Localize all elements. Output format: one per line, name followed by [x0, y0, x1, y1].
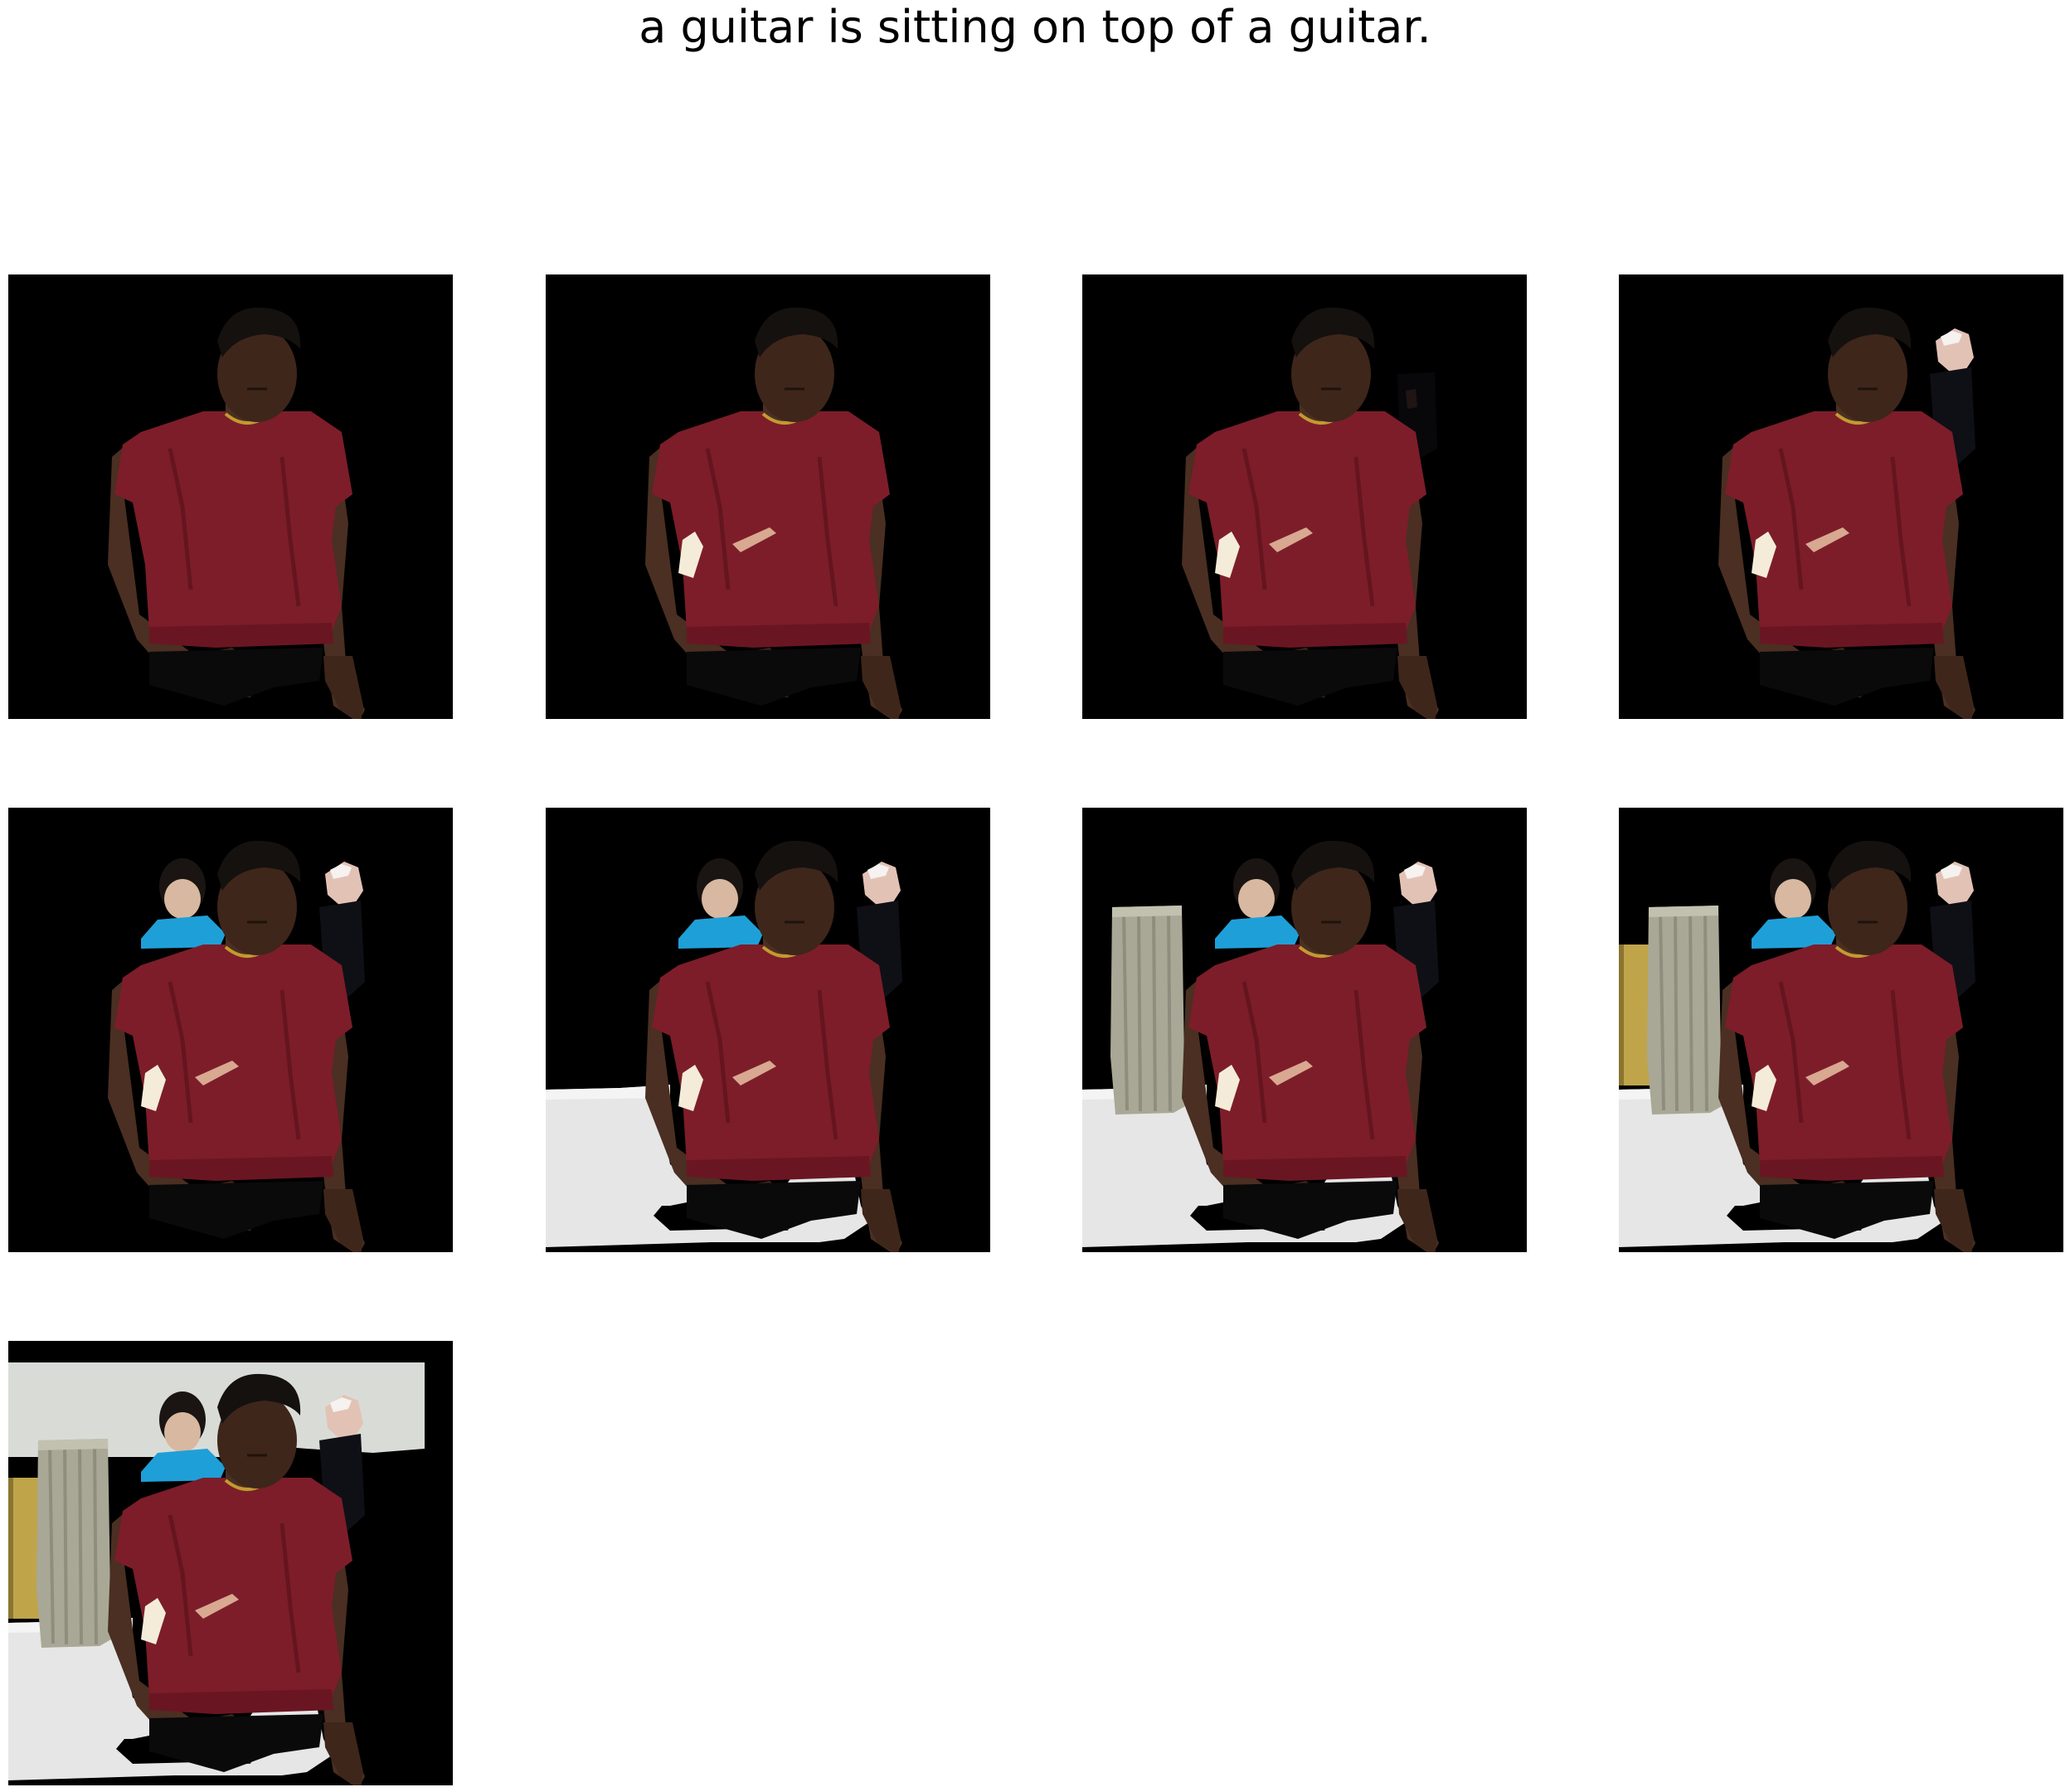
panel-9-image	[8, 1362, 425, 1785]
image-panel-2	[546, 274, 990, 719]
image-panel-9	[8, 1341, 453, 1785]
image-panel-7	[1082, 808, 1527, 1252]
panel-6-image	[546, 808, 990, 1252]
image-panel-5	[8, 808, 453, 1252]
figure-caption: a guitar is sitting on top of a guitar.	[639, 1, 1431, 53]
image-panel-4	[1619, 274, 2063, 719]
panel-8-image	[1619, 808, 2063, 1252]
panel-5-image	[8, 808, 453, 1252]
image-panel-3	[1082, 274, 1527, 719]
panel-2-image	[546, 274, 990, 719]
panel-3-image	[1082, 274, 1527, 719]
image-panel-8	[1619, 808, 2063, 1252]
panel-4-image	[1619, 274, 2063, 719]
image-panel-1	[8, 274, 453, 719]
image-panel-6	[546, 808, 990, 1252]
panel-1-image	[8, 274, 453, 719]
panel-7-image	[1082, 808, 1527, 1252]
